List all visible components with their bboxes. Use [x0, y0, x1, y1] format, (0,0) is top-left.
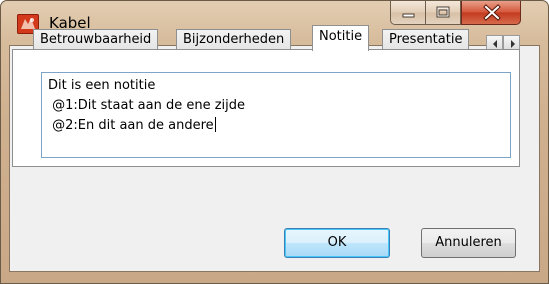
minimize-icon — [402, 13, 415, 18]
tab-notitie[interactable]: Notitie — [312, 25, 370, 51]
tab-presentatie[interactable]: Presentatie — [382, 29, 470, 51]
cancel-button[interactable]: Annuleren — [421, 228, 516, 258]
maximize-icon — [436, 6, 450, 18]
tab-betrouwbaarheid[interactable]: Betrouwbaarheid — [33, 29, 159, 51]
note-line: @1:Dit staat aan de ene zijde — [48, 98, 246, 113]
note-line: Dit is een notitie — [48, 78, 156, 93]
note-line: @2:En dit aan de andere — [48, 117, 216, 133]
note-textarea[interactable]: Dit is een notitie @1:Dit staat aan de e… — [41, 72, 511, 158]
minimize-button[interactable] — [390, 1, 426, 25]
dialog-window: Kabel Betrouwbaarheid Bijzonderheden Not… — [0, 0, 549, 284]
text-caret — [214, 117, 216, 132]
close-icon — [483, 4, 501, 21]
tab-bijzonderheden[interactable]: Bijzonderheden — [176, 29, 292, 51]
close-button[interactable] — [461, 1, 521, 25]
ok-button[interactable]: OK — [284, 228, 390, 258]
maximize-button[interactable] — [426, 1, 461, 25]
